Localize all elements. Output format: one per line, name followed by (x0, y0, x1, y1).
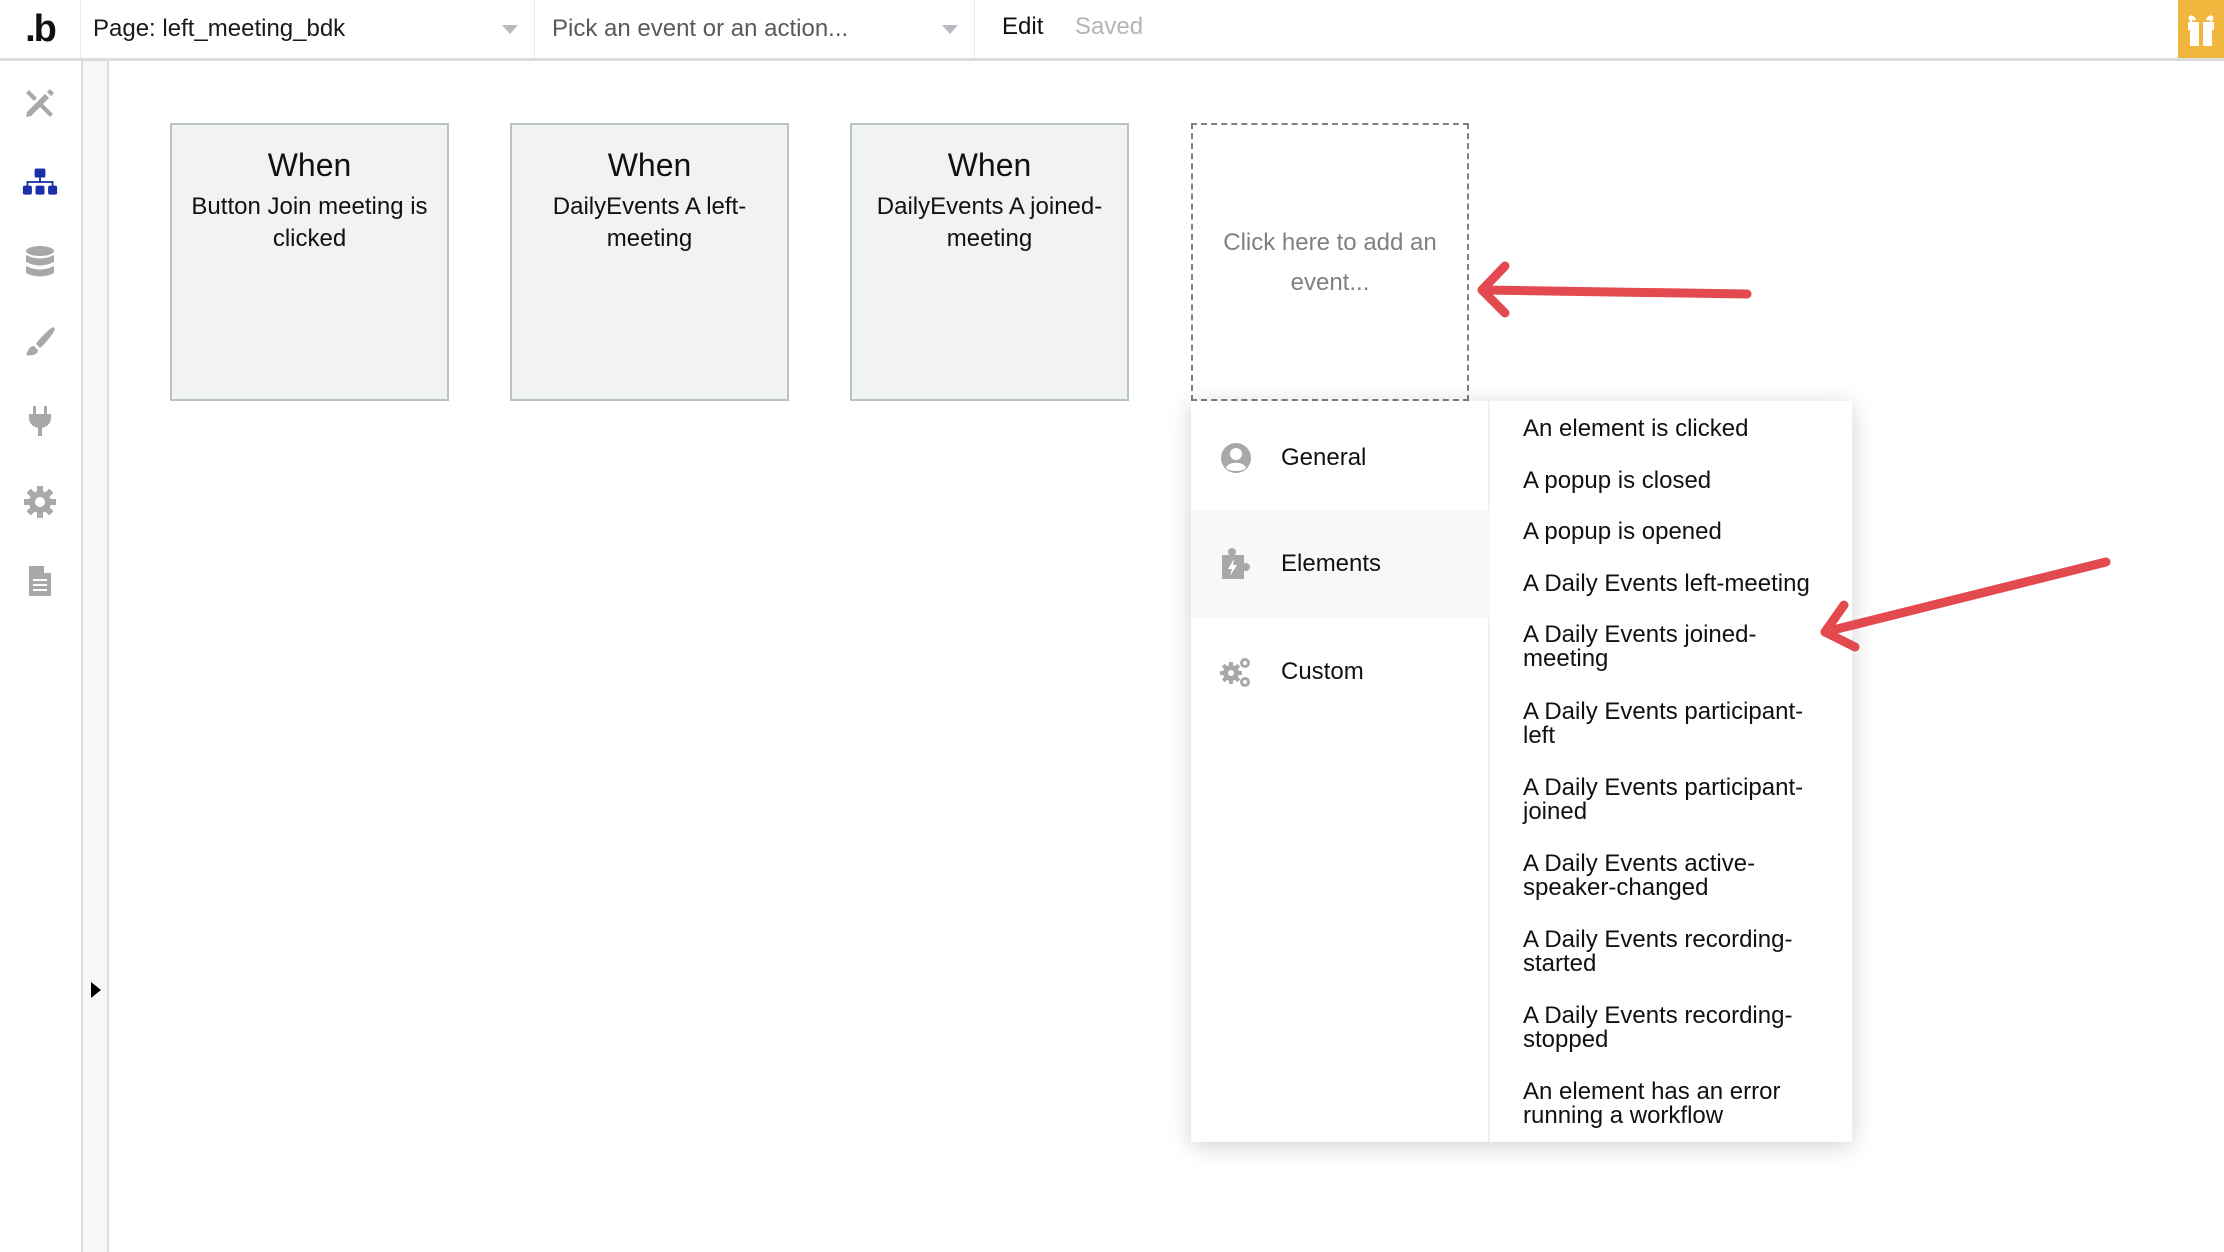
event-option[interactable]: A Daily Events participant-left (1523, 700, 1823, 748)
event-option[interactable]: A Daily Events left-meeting (1523, 572, 1843, 596)
collapsed-panel (81, 61, 109, 1252)
page-selector[interactable]: Page: left_meeting_bdk (81, 0, 535, 58)
sidebar-item-logs[interactable] (22, 563, 58, 599)
add-event-placeholder-text: Click here to add an event... (1223, 229, 1437, 296)
edit-menu[interactable]: Edit (1002, 13, 1043, 41)
category-label: Custom (1281, 658, 1364, 685)
user-circle-icon (1219, 441, 1253, 475)
gear-icon (24, 486, 56, 518)
paintbrush-icon (26, 327, 55, 356)
event-type-dropdown: General Elements Custom An element is cl… (1191, 401, 1852, 1142)
event-option[interactable]: A popup is closed (1523, 469, 1843, 493)
chevron-down-icon (502, 25, 518, 34)
workflow-event-description: Button Join meeting is clicked (191, 193, 428, 252)
page-selector-value: Page: left_meeting_bdk (93, 15, 346, 42)
workflow-event-description: DailyEvents A left-meeting (552, 193, 747, 252)
event-option[interactable]: A Daily Events recording-stopped (1523, 1004, 1813, 1052)
document-icon (29, 566, 51, 596)
category-general[interactable]: General (1191, 404, 1490, 512)
workflow-when-label: When (607, 147, 692, 183)
workflow-event-description: DailyEvents A joined-meeting (876, 193, 1103, 252)
event-option[interactable]: An element has an error running a workfl… (1523, 1080, 1813, 1128)
event-category-list: General Elements Custom (1191, 401, 1490, 1142)
annotation-arrow-to-add-event (1477, 261, 1752, 318)
top-bar: .b Page: left_meeting_bdk Pick an event … (0, 0, 2224, 61)
design-tools-icon (26, 89, 54, 117)
workflow-card[interactable]: When DailyEvents A joined-meeting (850, 123, 1129, 401)
database-icon (26, 246, 54, 277)
gears-icon (1219, 655, 1253, 689)
event-list: An element is clicked A popup is closed … (1492, 401, 1852, 1142)
sidebar-item-data[interactable] (22, 244, 58, 280)
workflow-card[interactable]: When DailyEvents A left-meeting (510, 123, 789, 401)
plug-icon (29, 406, 51, 436)
bubble-logo[interactable]: .b (0, 0, 81, 58)
puzzle-bolt-icon (1219, 547, 1253, 581)
sidebar-item-design[interactable] (22, 85, 58, 121)
expand-panel-arrow-icon[interactable] (91, 982, 101, 998)
annotation-arrow-to-joined-meeting (1820, 557, 2111, 652)
event-option[interactable]: An element is clicked (1523, 417, 1843, 441)
event-option[interactable]: A Daily Events participant-joined (1523, 776, 1823, 824)
chevron-down-icon (942, 25, 958, 34)
add-event-placeholder[interactable]: Click here to add an event... (1191, 123, 1469, 401)
event-option[interactable]: A popup is opened (1523, 520, 1843, 544)
category-elements[interactable]: Elements (1191, 510, 1490, 618)
event-option[interactable]: A Daily Events recording-started (1523, 928, 1813, 976)
sidebar-item-styles[interactable] (22, 324, 58, 360)
save-status: Saved (1075, 13, 1144, 40)
gift-button[interactable] (2178, 0, 2224, 58)
workflow-icon (22, 168, 58, 195)
gift-icon (2188, 15, 2214, 46)
event-action-picker[interactable]: Pick an event or an action... (535, 0, 975, 58)
event-action-picker-placeholder: Pick an event or an action... (552, 15, 849, 42)
category-label: Elements (1281, 550, 1382, 577)
left-sidebar (0, 61, 81, 1252)
event-option[interactable]: A Daily Events active-speaker-changed (1523, 852, 1783, 900)
event-option[interactable]: A Daily Events joined-meeting (1523, 623, 1783, 671)
category-label: General (1281, 444, 1367, 471)
sidebar-item-workflow[interactable] (22, 164, 58, 200)
workflow-card[interactable]: When Button Join meeting is clicked (170, 123, 449, 401)
workflow-when-label: When (947, 147, 1032, 183)
workflow-when-label: When (267, 147, 352, 183)
sidebar-item-plugins[interactable] (22, 403, 58, 439)
category-custom[interactable]: Custom (1191, 618, 1490, 726)
sidebar-item-settings[interactable] (22, 484, 58, 520)
